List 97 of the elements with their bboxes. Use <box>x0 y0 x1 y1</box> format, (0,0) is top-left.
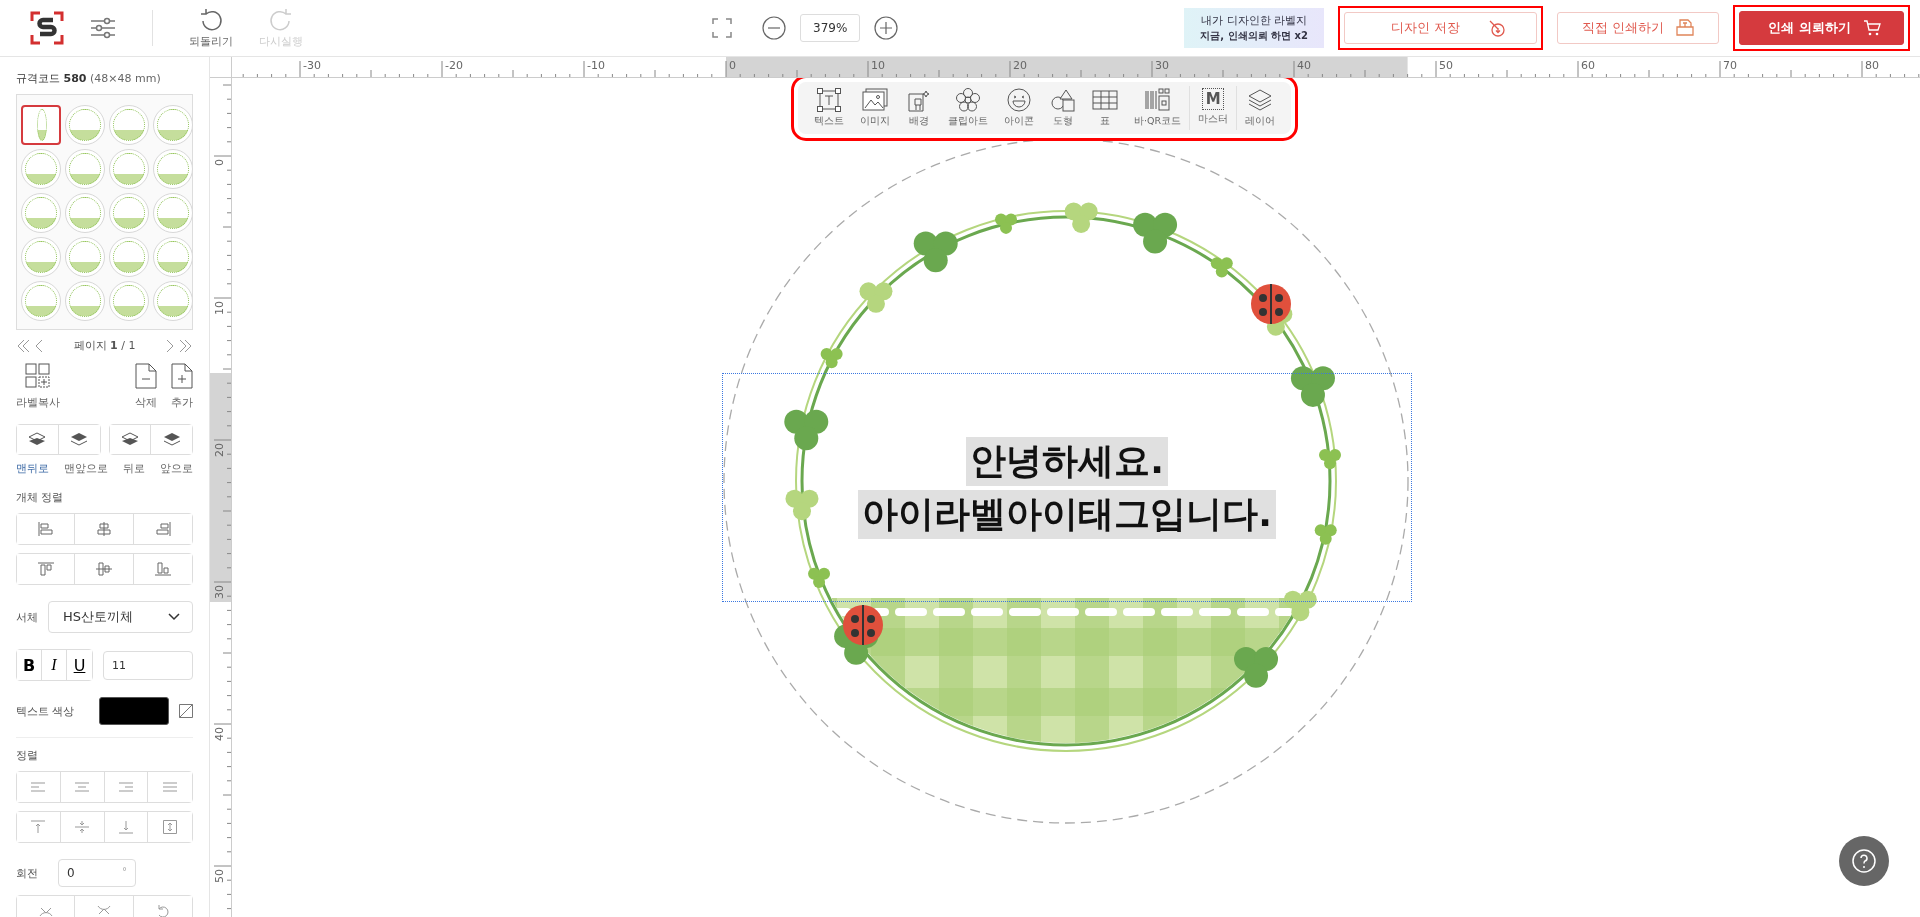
valign-middle-icon <box>74 820 91 834</box>
page-indicator: 페이지 1 / 1 <box>73 338 136 353</box>
valign-bottom-icon <box>117 820 134 834</box>
toolbar-tool[interactable]: 도형 <box>1042 86 1084 130</box>
cart-icon <box>1863 19 1881 37</box>
smiley-icon <box>1006 88 1032 112</box>
spec-title: 규격코드 580 (48×48 mm) <box>16 71 162 86</box>
toolbar-tool[interactable]: 아이콘 <box>996 86 1042 130</box>
send-backward-button[interactable] <box>109 425 152 454</box>
help-button[interactable] <box>1839 836 1889 886</box>
zoom-in-icon[interactable] <box>874 16 899 40</box>
text-justify-icon <box>162 782 179 792</box>
text-color-label: 텍스트 색상 <box>16 703 75 719</box>
banner-text: 지금, 인쇄의뢰 하면 x2 <box>1200 28 1308 43</box>
layers-icon <box>28 431 47 448</box>
layers-icon <box>162 431 181 448</box>
table-icon <box>1092 88 1118 112</box>
save-design-button[interactable]: 디자인 저장 <box>1344 12 1538 44</box>
font-dropdown[interactable]: HS산토끼체 <box>48 601 193 633</box>
order-label: 맨앞으로 <box>64 461 108 476</box>
zoom-out-icon[interactable] <box>762 16 786 40</box>
logo-icon[interactable] <box>30 11 64 45</box>
align-left-icon <box>37 522 54 536</box>
align-center-icon <box>96 522 112 536</box>
font-size-field[interactable]: 11 <box>103 650 193 680</box>
flip-horizontal-button[interactable] <box>17 896 76 917</box>
text-align-left-button[interactable] <box>17 772 61 802</box>
order-label: 뒤로 <box>123 461 145 476</box>
banner-text: 내가 디자인한 라벨지 <box>1201 13 1308 28</box>
toolbar-tool[interactable]: 배경 <box>898 86 940 130</box>
align-top-button[interactable] <box>17 554 76 584</box>
text-color-swatch[interactable] <box>99 697 169 725</box>
no-color-icon[interactable] <box>179 704 193 718</box>
rotation-field[interactable]: 0 ° <box>58 859 136 887</box>
undo-button[interactable]: 되돌리기 <box>189 7 233 49</box>
label-text: 안녕하세요. <box>966 436 1168 486</box>
master-icon: M <box>1202 88 1225 110</box>
flip-vertical-icon <box>96 904 112 917</box>
toolbar-tool[interactable]: 클립아트 <box>940 86 996 130</box>
bold-button[interactable]: B <box>17 650 42 680</box>
text-align-right-icon <box>117 782 134 792</box>
add-page-button[interactable]: 추가 <box>171 363 193 410</box>
promo-banner[interactable]: 내가 디자인한 라벨지 지금, 인쇄의뢰 하면 x2 <box>1184 8 1325 48</box>
align-left-button[interactable] <box>17 514 76 544</box>
delete-page-button[interactable]: 삭제 <box>135 363 157 410</box>
layers-icon <box>70 431 89 448</box>
order-label: 맨뒤로 <box>16 461 49 476</box>
label-copy-button[interactable]: 라벨복사 <box>16 363 60 410</box>
label-text: 아이라벨아이태그입니다. <box>858 489 1276 539</box>
undo-icon <box>199 7 223 32</box>
zoom-field[interactable]: 379% <box>800 14 861 42</box>
align-right-icon <box>154 522 171 536</box>
section-heading: 정렬 <box>16 748 39 763</box>
font-label: 서체 <box>16 609 38 625</box>
align-bottom-icon <box>154 562 171 576</box>
printer-icon <box>1676 19 1695 37</box>
page-plus-icon <box>171 363 193 389</box>
send-to-back-button[interactable] <box>17 425 59 454</box>
order-print-button[interactable]: 인쇄 의뢰하기 <box>1739 11 1904 45</box>
ruler-corner <box>210 57 232 78</box>
label-thumbnail[interactable] <box>21 105 61 145</box>
valign-top-button[interactable] <box>17 812 61 842</box>
rotation-label: 회전 <box>16 865 38 881</box>
section-heading: 개체 정렬 <box>16 490 65 505</box>
layers-icon <box>1247 88 1274 112</box>
print-button[interactable]: 직접 인쇄하기 <box>1557 12 1720 44</box>
toolbar-tool[interactable]: 이미지 <box>852 86 898 130</box>
align-top-icon <box>37 562 54 576</box>
flower-icon <box>955 88 981 112</box>
page-minus-icon <box>135 363 157 389</box>
grid-plus-icon <box>25 363 51 389</box>
horizontal-ruler: -30 -20 -10 0 10 20 30 40 50 60 70 80 <box>232 57 1920 78</box>
align-middle-icon <box>96 562 112 576</box>
image-icon <box>862 88 888 112</box>
valign-stretch-icon <box>162 820 179 834</box>
valign-top-icon <box>30 820 47 834</box>
text-frame-icon <box>816 88 842 112</box>
order-label: 앞으로 <box>160 461 193 476</box>
question-icon <box>1851 848 1877 874</box>
text-box-selection[interactable]: 안녕하세요. 아이라벨아이태그입니다. <box>722 373 1412 602</box>
barcode-icon <box>1144 88 1171 112</box>
layers-icon <box>120 431 139 448</box>
toolbar-tool[interactable]: M 마스터 <box>1189 86 1237 130</box>
text-align-center-icon <box>74 782 91 792</box>
settings-sliders-icon[interactable] <box>90 17 116 39</box>
toolbar-tool[interactable]: 레이어 <box>1236 86 1284 130</box>
toolbar-tool[interactable]: 표 <box>1084 86 1126 130</box>
paint-brush-icon <box>906 88 932 112</box>
shapes-icon <box>1050 88 1076 112</box>
text-align-left-icon <box>30 782 47 792</box>
download-icon <box>1488 19 1507 37</box>
toolbar-tool[interactable]: 바·QR코드 <box>1126 86 1190 130</box>
toolbar-tool[interactable]: 텍스트 <box>806 86 852 130</box>
fullscreen-icon[interactable] <box>712 18 732 38</box>
chevron-down-icon <box>168 613 180 621</box>
vertical-ruler: 0 10 20 30 40 50 <box>210 78 232 917</box>
redo-icon <box>269 7 293 32</box>
